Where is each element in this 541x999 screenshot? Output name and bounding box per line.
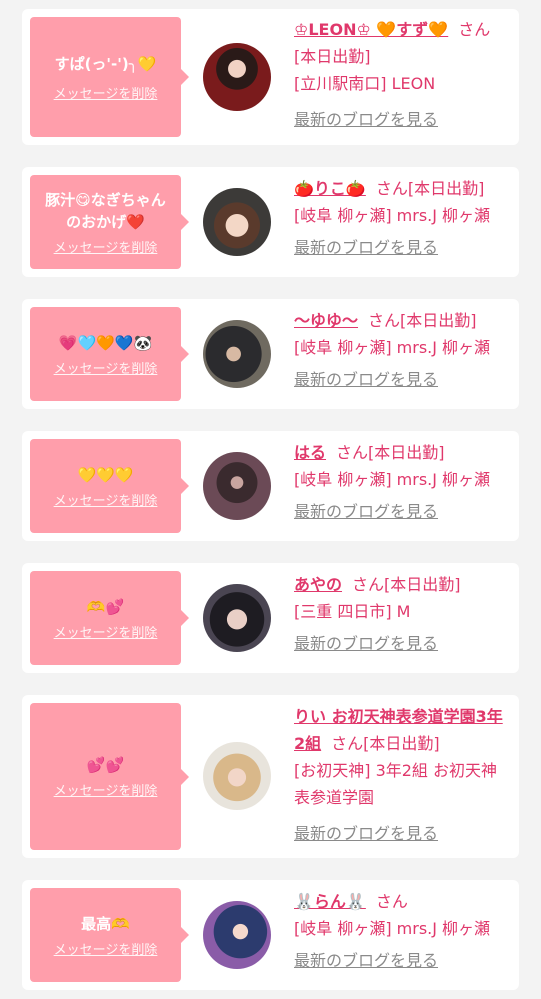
- cast-info: りい お初天神表参道学園3年2組 さん[本日出勤] [お初天神] 3年2組 お初天…: [294, 703, 512, 847]
- honorific: さん: [336, 443, 369, 462]
- honorific: さん: [458, 20, 491, 39]
- message-bubble: 💗🩵🧡💙🐼 メッセージを削除: [30, 307, 189, 401]
- avatar[interactable]: [203, 452, 271, 520]
- status-label: [本日出勤]: [384, 575, 461, 594]
- view-blog-link[interactable]: 最新のブログを見る: [294, 951, 438, 970]
- cast-info: 〜ゆゆ〜 さん[本日出勤] [岐阜 柳ヶ瀬] mrs.J 柳ヶ瀬 最新のブログを見…: [294, 307, 512, 393]
- delete-message-link[interactable]: メッセージを削除: [54, 490, 158, 509]
- avatar[interactable]: [203, 320, 271, 388]
- cast-name-link[interactable]: ♔LEON♔ 🧡すず🧡: [294, 20, 448, 39]
- avatar[interactable]: [203, 43, 271, 111]
- shop-label: [お初天神] 3年2組 お初天神表参道学園: [294, 761, 498, 807]
- message-bubble: 最高🫶 メッセージを削除: [30, 888, 189, 982]
- delete-message-link[interactable]: メッセージを削除: [54, 622, 158, 641]
- honorific: さん: [331, 734, 364, 753]
- cast-name-link[interactable]: はる: [294, 443, 326, 462]
- view-blog-link[interactable]: 最新のブログを見る: [294, 634, 438, 653]
- delete-message-link[interactable]: メッセージを削除: [54, 358, 158, 377]
- cast-name-link[interactable]: あやの: [294, 575, 342, 594]
- cast-info: 🍅りこ🍅 さん[本日出勤] [岐阜 柳ヶ瀬] mrs.J 柳ヶ瀬 最新のブログを見…: [294, 175, 512, 261]
- message-bubble: 豚汁😋なぎちゃん のおかげ❤️ メッセージを削除: [30, 175, 189, 269]
- delete-message-link[interactable]: メッセージを削除: [54, 237, 158, 256]
- view-blog-link[interactable]: 最新のブログを見る: [294, 238, 438, 257]
- shop-label: [三重 四日市] M: [294, 602, 411, 621]
- cast-name-link[interactable]: 〜ゆゆ〜: [294, 311, 358, 330]
- message-text: 💛💛💛: [77, 465, 134, 484]
- cast-info: はる さん[本日出勤] [岐阜 柳ヶ瀬] mrs.J 柳ヶ瀬 最新のブログを見る: [294, 439, 512, 525]
- message-card: 🫶💕 メッセージを削除 あやの さん[本日出勤] [三重 四日市] M 最新のブロ…: [22, 563, 519, 673]
- message-text: 豚汁😋なぎちゃん のおかげ❤️: [45, 190, 166, 231]
- message-card: すぱ(っ'-')╮💛 メッセージを削除 ♔LEON♔ 🧡すず🧡 さん [本日出勤]…: [22, 9, 519, 145]
- cast-info: あやの さん[本日出勤] [三重 四日市] M 最新のブログを見る: [294, 571, 512, 657]
- status-label: [本日出勤]: [407, 179, 485, 198]
- honorific: さん: [368, 311, 401, 330]
- status-label: [本日出勤]: [294, 47, 371, 66]
- honorific: さん: [375, 179, 408, 198]
- message-text: すぱ(っ'-')╮💛: [54, 54, 157, 73]
- delete-message-link[interactable]: メッセージを削除: [54, 780, 158, 799]
- honorific: さん: [375, 892, 408, 911]
- status-label: [本日出勤]: [400, 311, 477, 330]
- shop-label: [岐阜 柳ヶ瀬] mrs.J 柳ヶ瀬: [294, 919, 491, 938]
- cast-info: ♔LEON♔ 🧡すず🧡 さん [本日出勤] [立川駅南口] LEON 最新のブログ…: [294, 16, 512, 133]
- message-card: 💛💛💛 メッセージを削除 はる さん[本日出勤] [岐阜 柳ヶ瀬] mrs.J 柳…: [22, 431, 519, 541]
- message-bubble: 🫶💕 メッセージを削除: [30, 571, 189, 665]
- shop-label: [岐阜 柳ヶ瀬] mrs.J 柳ヶ瀬: [294, 206, 491, 225]
- message-card: 💕💕 メッセージを削除 りい お初天神表参道学園3年2組 さん[本日出勤] [お初…: [22, 695, 519, 858]
- avatar[interactable]: [203, 584, 271, 652]
- status-label: [本日出勤]: [363, 734, 440, 753]
- status-label: [本日出勤]: [368, 443, 445, 462]
- message-bubble: すぱ(っ'-')╮💛 メッセージを削除: [30, 17, 189, 137]
- view-blog-link[interactable]: 最新のブログを見る: [294, 824, 438, 843]
- message-bubble: 💛💛💛 メッセージを削除: [30, 439, 189, 533]
- message-card: 最高🫶 メッセージを削除 🐰らん🐰 さん [岐阜 柳ヶ瀬] mrs.J 柳ヶ瀬 最…: [22, 880, 519, 990]
- view-blog-link[interactable]: 最新のブログを見る: [294, 110, 438, 129]
- message-card: 豚汁😋なぎちゃん のおかげ❤️ メッセージを削除 🍅りこ🍅 さん[本日出勤] [岐…: [22, 167, 519, 277]
- delete-message-link[interactable]: メッセージを削除: [54, 83, 158, 102]
- avatar[interactable]: [203, 188, 271, 256]
- shop-label: [立川駅南口] LEON: [294, 74, 436, 93]
- cast-name-link[interactable]: 🐰らん🐰: [294, 892, 366, 911]
- message-text: 💕💕: [86, 756, 125, 774]
- shop-label: [岐阜 柳ヶ瀬] mrs.J 柳ヶ瀬: [294, 338, 491, 357]
- message-text: 最高🫶: [81, 914, 130, 933]
- honorific: さん: [352, 575, 385, 594]
- message-text: 💗🩵🧡💙🐼: [58, 333, 153, 352]
- message-text: 🫶💕: [86, 597, 125, 616]
- avatar[interactable]: [203, 901, 271, 969]
- message-bubble: 💕💕 メッセージを削除: [30, 703, 189, 850]
- view-blog-link[interactable]: 最新のブログを見る: [294, 502, 438, 521]
- avatar[interactable]: [203, 742, 271, 810]
- cast-name-link[interactable]: 🍅りこ🍅: [294, 179, 366, 198]
- delete-message-link[interactable]: メッセージを削除: [54, 939, 158, 958]
- message-card: 💗🩵🧡💙🐼 メッセージを削除 〜ゆゆ〜 さん[本日出勤] [岐阜 柳ヶ瀬] mrs…: [22, 299, 519, 409]
- shop-label: [岐阜 柳ヶ瀬] mrs.J 柳ヶ瀬: [294, 470, 491, 489]
- view-blog-link[interactable]: 最新のブログを見る: [294, 370, 438, 389]
- cast-info: 🐰らん🐰 さん [岐阜 柳ヶ瀬] mrs.J 柳ヶ瀬 最新のブログを見る: [294, 888, 512, 974]
